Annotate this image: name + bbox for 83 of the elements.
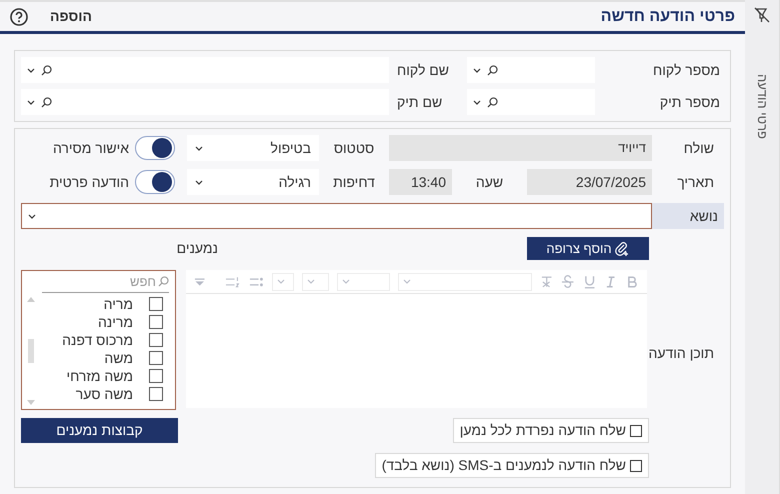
scrollbar[interactable] <box>26 297 36 405</box>
chevron-icon <box>195 146 203 150</box>
checkbox[interactable] <box>149 297 163 311</box>
recipient-name: משה סער <box>76 384 133 404</box>
search-icon <box>487 96 498 108</box>
checkbox[interactable] <box>630 460 642 472</box>
recipient-name: מריה <box>104 294 133 314</box>
option-checkbox[interactable]: שלח הודעה לנמענים ב-SMS (נושא בלבד) <box>374 453 649 478</box>
status-dropdown[interactable]: בטיפול <box>187 135 319 161</box>
chevron-icon <box>402 279 411 284</box>
lookup-field[interactable] <box>467 89 595 115</box>
more-icon[interactable] <box>194 276 206 286</box>
chevron-icon <box>307 279 316 284</box>
date-field: 23/07/2025 <box>527 169 652 195</box>
sender-field: דייויד <box>389 135 652 161</box>
recipient-name: משה <box>104 348 133 368</box>
panel-title: פרטי הודעה חדשה <box>600 6 735 26</box>
search-icon <box>41 96 52 108</box>
field-label: תוכן הודעה <box>648 344 714 363</box>
checkbox[interactable] <box>149 387 163 401</box>
lookup-field[interactable] <box>467 57 595 83</box>
chevron-icon <box>473 100 481 104</box>
toggle-label: אישור מסירה <box>52 138 129 158</box>
search-field[interactable]: חפש <box>66 272 156 292</box>
chevron-icon <box>195 180 203 184</box>
checkbox[interactable] <box>149 351 163 365</box>
field-label: דחיפות <box>332 172 376 192</box>
chevron-icon <box>28 214 36 218</box>
chevron-icon <box>342 279 350 284</box>
paperclip-icon <box>614 240 630 256</box>
search-icon <box>487 64 498 76</box>
field-label: שם לקוח <box>396 60 450 80</box>
field-label: סטטוס <box>332 138 376 158</box>
toolbar-dropdown[interactable] <box>302 272 329 290</box>
field-label: נושא <box>652 203 724 229</box>
numbered-list-icon[interactable] <box>225 276 241 288</box>
field-label: תאריך <box>676 172 715 192</box>
unpin-icon[interactable] <box>753 6 771 24</box>
priority-dropdown[interactable]: רגילה <box>187 169 319 195</box>
bold-icon[interactable] <box>626 274 639 288</box>
scroll-down-icon[interactable] <box>27 400 35 405</box>
recipient-name: מרכוס דפנה <box>62 330 133 350</box>
toggle-switch[interactable] <box>135 170 175 194</box>
chevron-icon <box>277 279 286 284</box>
add-label[interactable]: הוספה <box>50 6 92 27</box>
toolbar-dropdown[interactable] <box>336 272 390 290</box>
field-label: שעה <box>474 172 504 192</box>
strikethrough-icon[interactable] <box>561 274 575 288</box>
time-field: 13:40 <box>389 169 452 195</box>
underline-icon[interactable] <box>582 274 596 288</box>
help-icon[interactable] <box>10 8 28 26</box>
side-tab[interactable]: פרטי הודעה <box>752 74 772 139</box>
toggle-switch[interactable] <box>135 136 175 160</box>
checkbox[interactable] <box>149 369 163 383</box>
option-checkbox[interactable]: שלח הודעה נפרדת לכל נמען <box>452 418 649 443</box>
chevron-icon <box>27 100 35 104</box>
toolbar-dropdown[interactable] <box>398 272 532 290</box>
toolbar-dropdown[interactable] <box>272 272 294 290</box>
search-icon <box>41 64 52 76</box>
search-icon <box>158 276 169 287</box>
field-label: מספר תיק <box>658 92 721 112</box>
recipients-label: נמענים <box>176 239 218 258</box>
recipient-name: מרינה <box>98 312 133 332</box>
bullet-list-icon[interactable] <box>248 276 264 288</box>
attach-button[interactable]: הוסף צרופה <box>527 237 649 260</box>
lookup-field[interactable] <box>21 89 389 115</box>
scrollbar-thumb[interactable] <box>28 339 34 363</box>
lookup-field[interactable] <box>21 57 389 83</box>
checkbox[interactable] <box>149 315 163 329</box>
clear-format-icon[interactable] <box>540 274 554 288</box>
checkbox[interactable] <box>630 424 642 436</box>
scroll-up-icon[interactable] <box>27 297 35 302</box>
recipient-name: משה מזרחי <box>66 366 133 386</box>
field-label: שולח <box>682 138 715 158</box>
chevron-icon <box>473 68 481 72</box>
subject-field[interactable] <box>21 203 652 229</box>
field-label: שם תיק <box>396 92 444 112</box>
recipient-groups-button[interactable]: קבוצות נמענים <box>21 418 178 443</box>
message-editor[interactable] <box>186 294 647 408</box>
checkbox[interactable] <box>149 333 163 347</box>
toggle-label: הודעה פרטית <box>50 172 129 192</box>
chevron-icon <box>27 68 35 72</box>
field-label: מספר לקוח <box>652 60 721 80</box>
